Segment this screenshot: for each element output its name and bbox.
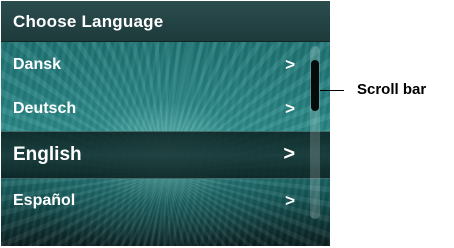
- scrollbar-track[interactable]: [310, 46, 320, 219]
- chevron-right-icon: >: [283, 143, 295, 165]
- chevron-right-icon: >: [285, 191, 295, 210]
- language-item-english[interactable]: English >: [1, 131, 330, 179]
- language-label: Español: [13, 192, 76, 209]
- language-item-espanol[interactable]: Español >: [1, 179, 309, 223]
- chevron-right-icon: >: [285, 55, 295, 74]
- scrollbar-thumb[interactable]: [311, 60, 319, 111]
- chevron-right-icon: >: [285, 99, 295, 118]
- scrollbar-callout-label: Scroll bar: [357, 81, 427, 98]
- language-label: Dansk: [13, 56, 62, 73]
- callout-line: [320, 90, 344, 91]
- language-item-deutsch[interactable]: Deutsch >: [1, 87, 309, 131]
- page-title: Choose Language: [13, 12, 164, 31]
- language-label: Deutsch: [13, 100, 77, 117]
- language-item-dansk[interactable]: Dansk >: [1, 43, 309, 87]
- language-label: English: [13, 144, 82, 165]
- title-bar: Choose Language: [1, 1, 330, 42]
- language-screen: Choose Language Dansk > Deutsch > Englis…: [1, 1, 330, 246]
